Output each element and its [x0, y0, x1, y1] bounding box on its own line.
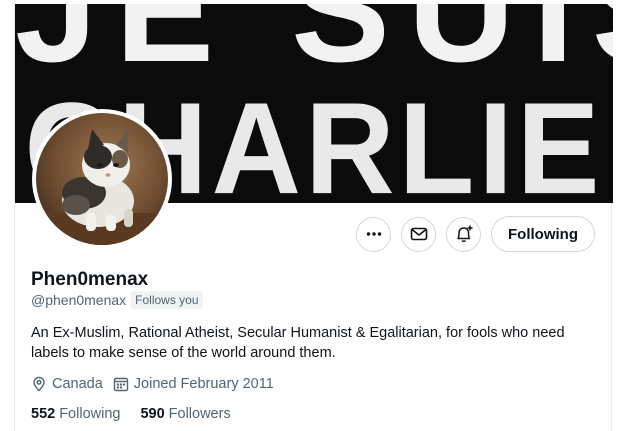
avatar[interactable]	[32, 109, 172, 249]
joined-text: Joined February 2011	[133, 376, 274, 392]
following-label: Following	[59, 406, 121, 422]
more-button[interactable]	[356, 216, 392, 252]
followers-count: 590	[140, 406, 165, 422]
calendar-icon	[113, 377, 128, 392]
bell-plus-icon	[456, 225, 473, 243]
location-item: Canada	[31, 376, 103, 392]
location-pin-icon	[33, 376, 45, 392]
user-handle: @phen0menax	[31, 292, 127, 308]
handle-row: @phen0menax Follows you	[31, 291, 203, 309]
profile-actions: Following	[356, 216, 595, 252]
mail-icon	[410, 227, 427, 241]
more-dots-icon	[366, 232, 381, 236]
location-text: Canada	[52, 376, 103, 392]
display-name: Phen0menax	[31, 269, 149, 290]
notifications-button[interactable]	[446, 216, 482, 252]
following-button[interactable]: Following	[491, 216, 595, 252]
profile-stats: 552 Following 590 Followers	[31, 406, 231, 422]
follows-you-badge: Follows you	[131, 291, 203, 309]
profile-card: JE SUIS CHARLIE	[14, 0, 613, 431]
followers-stat[interactable]: 590 Followers	[140, 406, 230, 422]
profile-meta: Canada Joined February 2011	[31, 376, 274, 392]
following-stat[interactable]: 552 Following	[31, 406, 120, 422]
followers-label: Followers	[168, 406, 231, 422]
avatar-image	[36, 113, 168, 245]
kitten-photo	[36, 113, 168, 245]
following-count: 552	[31, 406, 56, 422]
joined-item: Joined February 2011	[113, 376, 274, 392]
profile-bio: An Ex-Muslim, Rational Atheist, Secular …	[31, 325, 565, 361]
message-button[interactable]	[401, 216, 437, 252]
